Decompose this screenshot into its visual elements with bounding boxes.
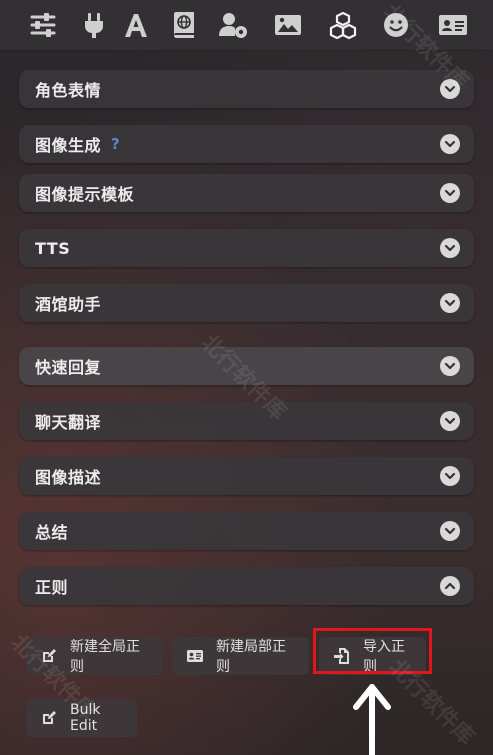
drawer-image-prompt-templates[interactable]: 图像提示模板: [19, 174, 474, 212]
button-label: Bulk Edit: [70, 702, 101, 734]
drawer-tavern-helper[interactable]: 酒馆助手: [19, 284, 474, 322]
drawer-summarize[interactable]: 总结: [19, 512, 474, 550]
top-toolbar: [0, 0, 493, 51]
chevron-up-icon[interactable]: [440, 576, 460, 596]
chevron-down-icon[interactable]: [440, 79, 460, 99]
font-icon[interactable]: [119, 8, 153, 42]
drawer-label: 角色表情: [35, 81, 102, 100]
drawer-label: 聊天翻译: [35, 413, 102, 432]
new-scoped-regex-button[interactable]: 新建局部正则: [172, 637, 309, 675]
drawer-label: 正则: [35, 578, 69, 597]
highlight-annotation-box: [313, 628, 432, 674]
cubes-icon[interactable]: [326, 8, 360, 42]
drawer-label: TTS: [35, 238, 71, 258]
help-icon[interactable]: ?: [111, 135, 120, 153]
pen-to-square-icon: [40, 647, 58, 665]
drawer-regex[interactable]: 正则: [19, 567, 474, 605]
drawer-label: 快速回复: [35, 358, 102, 377]
chevron-down-icon[interactable]: [440, 134, 460, 154]
bulk-edit-button[interactable]: Bulk Edit: [26, 699, 137, 737]
chevron-down-icon[interactable]: [440, 183, 460, 203]
id-card-icon: [186, 647, 204, 665]
drawer-tts[interactable]: TTS: [19, 229, 474, 267]
drawer-character-expressions[interactable]: 角色表情: [19, 70, 474, 108]
chevron-down-icon[interactable]: [440, 521, 460, 541]
chevron-down-icon[interactable]: [440, 356, 460, 376]
chevron-down-icon[interactable]: [440, 411, 460, 431]
user-gear-icon[interactable]: [216, 8, 250, 42]
button-label: 新建局部正则: [216, 639, 286, 675]
pen-to-square-icon: [40, 709, 58, 727]
id-card-icon[interactable]: [436, 8, 470, 42]
new-global-regex-button[interactable]: 新建全局正则: [26, 637, 163, 675]
drawer-chat-translation[interactable]: 聊天翻译: [19, 402, 474, 440]
book-atlas-icon[interactable]: [167, 8, 201, 42]
button-label: 新建全局正则: [70, 639, 140, 675]
drawer-label: 酒馆助手: [35, 295, 102, 314]
plug-icon[interactable]: [77, 8, 111, 42]
arrow-up-annotation-icon: [353, 684, 391, 755]
drawer-image-captioning[interactable]: 图像描述: [19, 457, 474, 495]
drawer-label: 图像描述: [35, 468, 102, 487]
face-smile-icon[interactable]: [379, 8, 413, 42]
drawer-label: 图像生成: [35, 136, 102, 155]
chevron-down-icon[interactable]: [440, 466, 460, 486]
drawer-image-generation[interactable]: 图像生成 ?: [19, 125, 474, 163]
chevron-down-icon[interactable]: [440, 293, 460, 313]
image-icon[interactable]: [271, 8, 305, 42]
drawer-quick-reply[interactable]: 快速回复: [19, 347, 474, 385]
chevron-down-icon[interactable]: [440, 238, 460, 258]
sliders-icon[interactable]: [26, 8, 60, 42]
drawer-label: 图像提示模板: [35, 185, 135, 204]
drawer-label: 总结: [35, 523, 69, 542]
